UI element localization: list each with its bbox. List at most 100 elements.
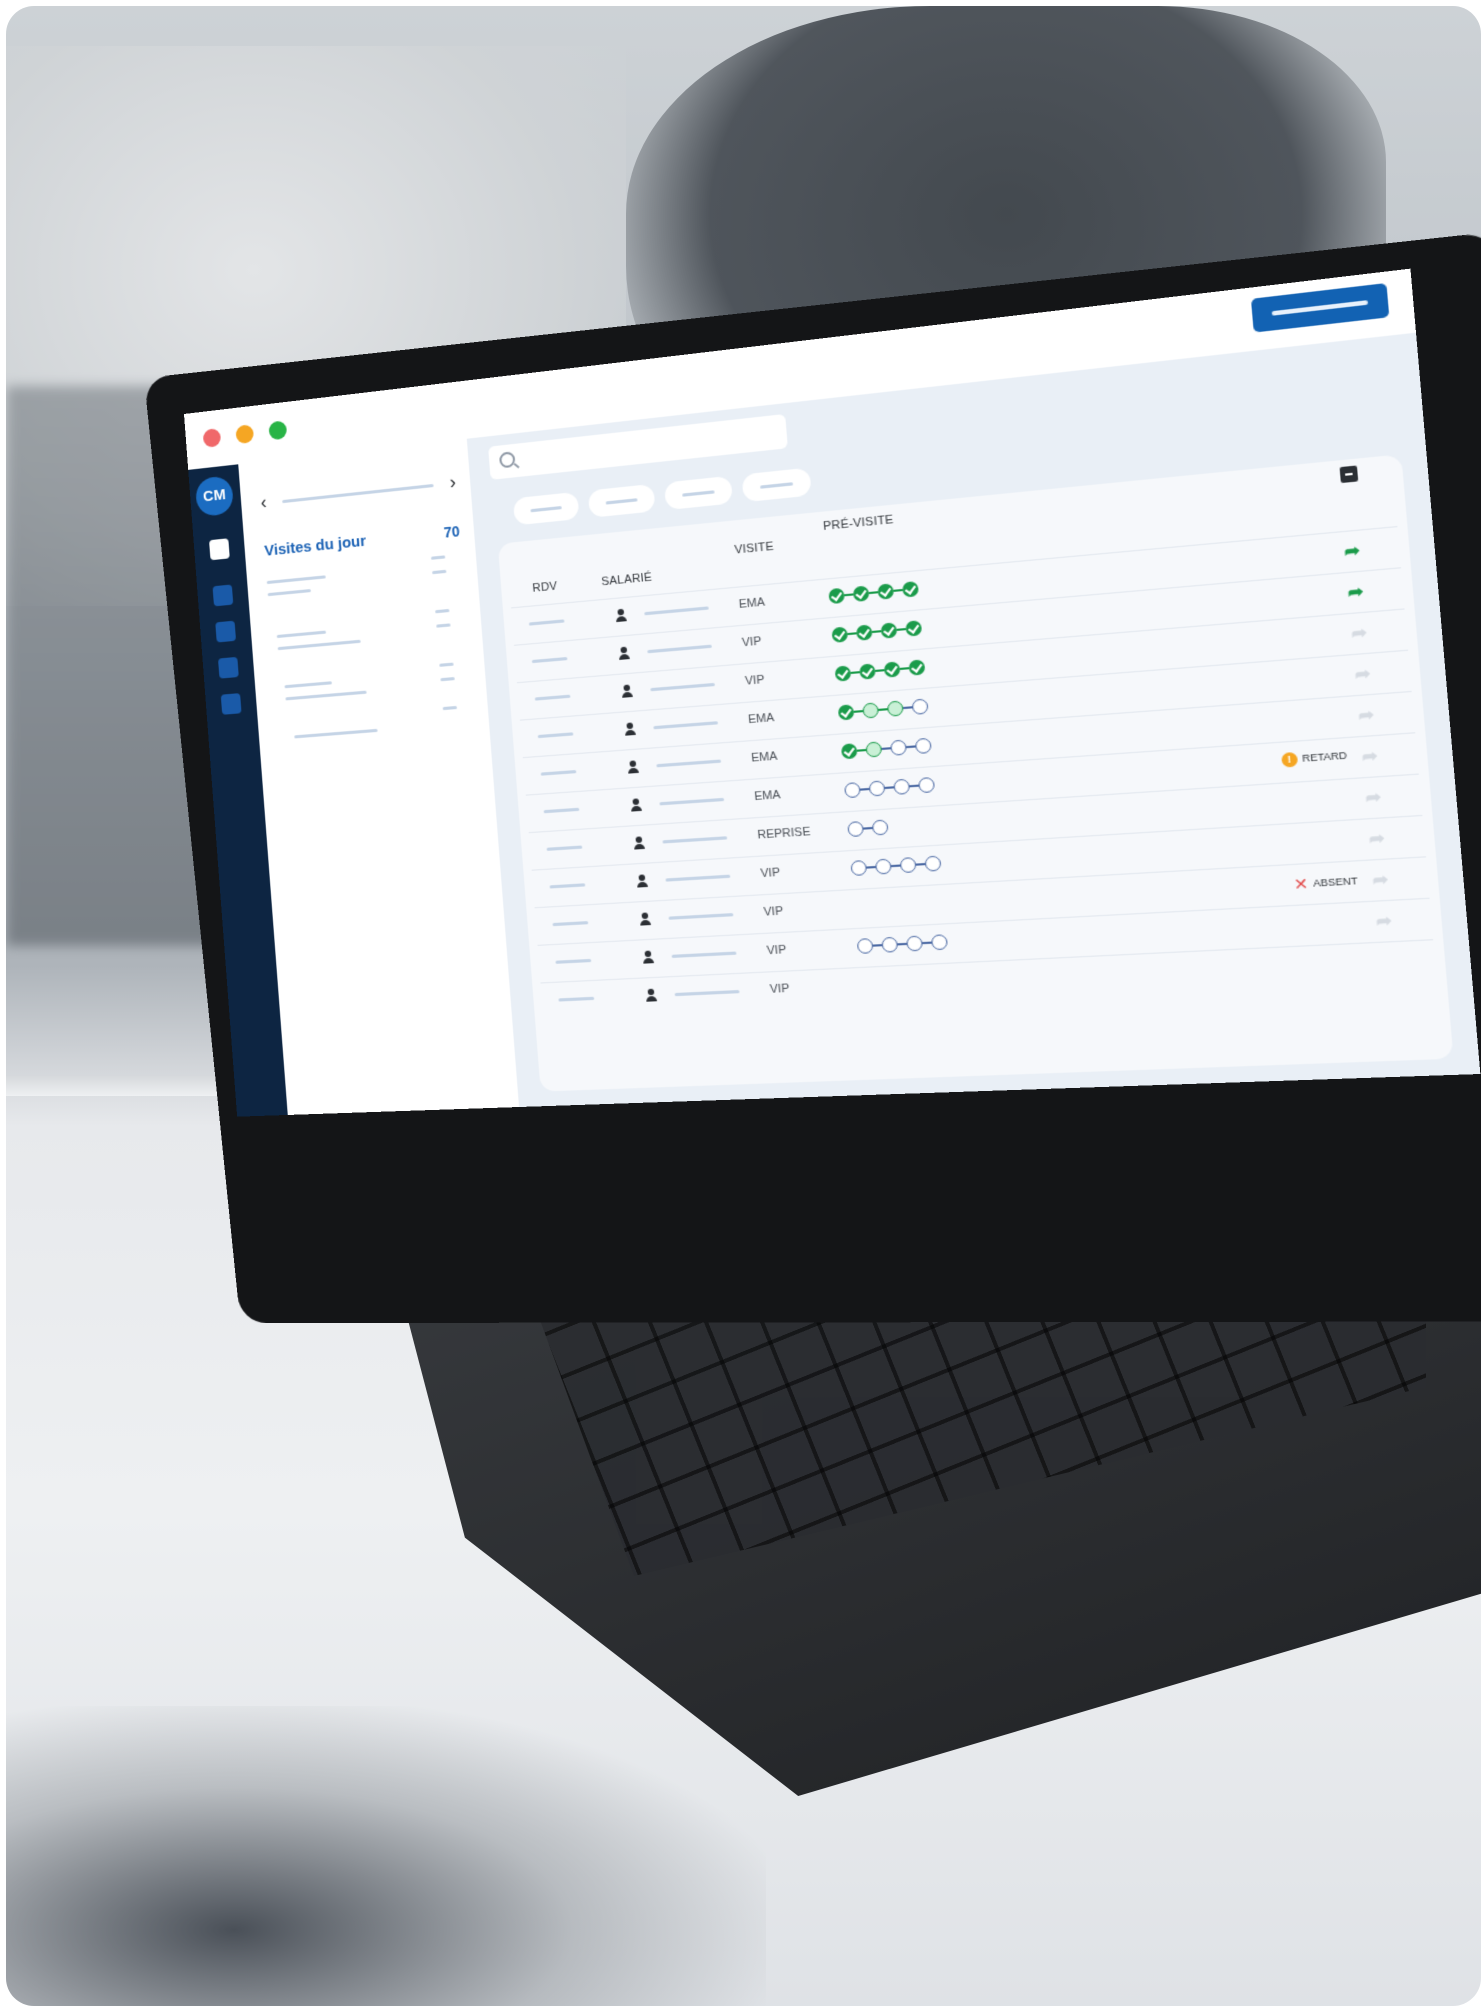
list-item[interactable] [266,575,326,585]
visit-type: VIP [763,904,784,919]
share-arrow-icon[interactable]: ➦ [1358,705,1375,726]
visits-title: Visites du jour [263,532,367,560]
row-action[interactable]: ➦ [1375,910,1397,931]
step-circle-icon [930,934,949,951]
previsite-progress [828,581,919,608]
step-connector [863,826,873,830]
step-connector [872,630,882,634]
filter-pill-2[interactable] [587,483,656,518]
column-header-rdv: RDV [531,580,558,595]
step-connector [922,941,932,945]
share-arrow-icon[interactable]: ➦ [1372,870,1389,890]
employee-name-placeholder[interactable] [659,797,725,806]
sidebar-item-3[interactable] [215,620,237,643]
sidebar-item-home[interactable] [209,538,230,561]
employee-name-placeholder[interactable] [668,913,734,920]
list-item[interactable] [267,589,311,597]
step-circle-icon [862,702,880,719]
step-circle-icon [890,739,908,756]
row-action[interactable]: ➦ [1372,869,1394,890]
employee-name-placeholder[interactable] [662,836,728,844]
status-badge: ! RETARD [1280,748,1348,768]
row-action[interactable]: ➦ [1354,663,1375,685]
list-item[interactable] [277,639,361,651]
row-action[interactable]: ➦ [1343,539,1364,562]
check-circle-icon [905,620,923,637]
employee-name-placeholder[interactable] [644,606,709,616]
step-connector [881,747,891,751]
previsite-progress [850,855,942,880]
list-item[interactable] [285,690,367,701]
minimize-window-dot[interactable] [235,424,255,445]
list-item[interactable] [294,728,378,739]
step-connector [891,864,901,868]
previsite-progress [831,620,923,647]
employee-name-placeholder[interactable] [671,951,737,958]
employee-name-placeholder[interactable] [656,759,722,768]
share-arrow-icon[interactable]: ➦ [1361,746,1378,766]
share-arrow-icon[interactable]: ➦ [1354,664,1371,685]
employee-name-placeholder[interactable] [647,644,712,654]
check-circle-icon [834,665,852,682]
share-arrow-icon[interactable]: ➦ [1351,623,1368,644]
rdv-time-placeholder [534,694,571,701]
search-icon [498,451,516,469]
chevron-right-icon[interactable]: › [449,471,457,493]
row-action[interactable]: ➦ [1368,827,1390,849]
filter-pill-4[interactable] [741,467,812,503]
employee-name-placeholder[interactable] [674,989,740,997]
share-arrow-icon[interactable]: ➦ [1365,788,1382,808]
step-connector [899,667,910,671]
row-action[interactable]: ➦ [1347,581,1368,603]
status-label: RETARD [1301,749,1348,764]
share-arrow-icon[interactable]: ➦ [1344,541,1361,562]
close-window-dot[interactable] [202,427,222,448]
step-connector [853,710,863,713]
employee-name-placeholder[interactable] [665,874,731,882]
step-connector [893,588,903,592]
step-circle-icon [899,857,917,874]
share-arrow-icon[interactable]: ➦ [1375,911,1392,931]
person-icon [612,606,630,624]
step-circle-icon [868,780,886,797]
step-connector [868,591,878,595]
employee-name-placeholder[interactable] [653,721,718,730]
row-action[interactable]: ➦ [1365,786,1387,808]
previsite-progress [840,737,932,763]
check-circle-icon [859,663,876,680]
visit-type: EMA [747,711,775,727]
row-action[interactable]: ➦ [1358,704,1379,726]
archive-icon[interactable] [1339,465,1359,484]
step-circle-icon [914,737,932,755]
filter-pill-1[interactable] [512,491,580,526]
list-item[interactable] [284,681,332,689]
share-arrow-icon[interactable]: ➦ [1347,582,1364,603]
previsite-progress [856,934,949,958]
maximize-window-dot[interactable] [268,420,288,441]
person-icon [624,758,642,776]
check-circle-icon [877,583,895,600]
main-content: RDV SALARIÉ VISITE PRÉ-VISITE EMA ➦ VIP ➦ VI… [466,332,1481,1108]
share-arrow-icon[interactable]: ➦ [1368,829,1385,849]
employee-name-placeholder[interactable] [650,682,715,692]
list-item-value [432,569,447,575]
sidebar-item-4[interactable] [217,656,239,679]
step-connector [856,748,867,752]
step-circle-icon [850,859,868,877]
filter-pill-3[interactable] [664,475,733,511]
row-action[interactable]: ➦ [1361,745,1383,766]
list-item[interactable] [276,630,327,639]
row-action[interactable]: ➦ [1350,622,1371,644]
step-circle-icon [881,936,899,953]
person-icon [633,872,651,890]
list-item-value [436,623,451,628]
sidebar-item-5[interactable] [220,693,242,715]
check-circle-icon [855,624,873,641]
step-circle-icon [924,855,942,872]
step-connector [844,593,854,597]
chevron-left-icon[interactable]: ‹ [260,492,267,514]
visit-type: VIP [760,866,781,881]
step-circle-icon [893,778,911,795]
sidebar-item-2[interactable] [212,584,234,607]
primary-action-button[interactable] [1250,282,1390,333]
